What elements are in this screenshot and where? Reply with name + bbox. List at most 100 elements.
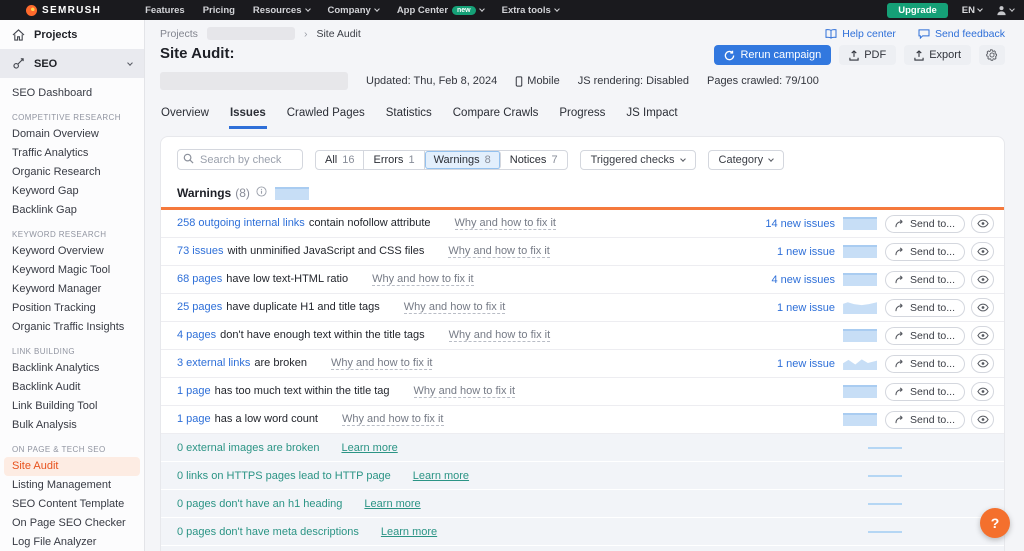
sidebar-item-backlink-audit[interactable]: Backlink Audit [0,378,144,397]
new-issues-link[interactable]: 1 new issue [729,246,835,258]
tab-progress[interactable]: Progress [558,103,606,129]
sidebar-item-bulk-analysis[interactable]: Bulk Analysis [0,416,144,435]
learn-more-link[interactable]: Learn more [381,526,437,538]
triggered-checks-dropdown[interactable]: Triggered checks [579,149,696,170]
why-how-fix-link[interactable]: Why and how to fix it [413,385,516,398]
tab-issues[interactable]: Issues [228,103,267,129]
help-button[interactable]: ? [980,508,1010,538]
sidebar-item-link-building-tool[interactable]: Link Building Tool [0,397,144,416]
tab-statistics[interactable]: Statistics [385,103,433,129]
issue-link[interactable]: 3 external links [177,357,250,369]
learn-more-link[interactable]: Learn more [341,442,397,454]
sidebar-item-backlink-gap[interactable]: Backlink Gap [0,201,144,220]
sidebar-item-keyword-gap[interactable]: Keyword Gap [0,182,144,201]
help-center-link[interactable]: Help center [825,28,896,40]
sidebar-item-keyword-magic-tool[interactable]: Keyword Magic Tool [0,261,144,280]
nav-resources[interactable]: Resources [253,5,311,16]
send-to-button[interactable]: Send to... [885,270,965,289]
tab-overview[interactable]: Overview [160,103,210,129]
info-icon[interactable] [256,186,267,200]
sidebar-item-seo-content-template[interactable]: SEO Content Template [0,495,144,514]
learn-more-link[interactable]: Learn more [364,498,420,510]
issue-link[interactable]: 68 pages [177,273,222,285]
send-to-button[interactable]: Send to... [885,298,965,317]
hide-issue-button[interactable] [971,326,994,345]
filter-all[interactable]: All 16 [316,150,365,169]
settings-button[interactable] [979,45,1005,65]
sidebar-item-position-tracking[interactable]: Position Tracking [0,299,144,318]
upgrade-button[interactable]: Upgrade [887,2,948,18]
learn-more-link[interactable]: Learn more [413,470,469,482]
hide-issue-button[interactable] [971,214,994,233]
send-to-button[interactable]: Send to... [885,242,965,261]
user-menu[interactable] [996,5,1015,16]
issue-link[interactable]: 1 page [177,385,211,397]
tab-crawled-pages[interactable]: Crawled Pages [286,103,366,129]
nav-extra-tools[interactable]: Extra tools [502,5,560,16]
pdf-button[interactable]: PDF [839,45,897,65]
sidebar-item-listing-management[interactable]: Listing Management [0,476,144,495]
issue-sparkline [843,245,878,258]
hide-issue-button[interactable] [971,354,994,373]
hide-issue-button[interactable] [971,382,994,401]
tab-js-impact[interactable]: JS Impact [625,103,678,129]
filter-errors[interactable]: Errors 1 [364,150,425,169]
issue-link[interactable]: 25 pages [177,301,222,313]
top-navigation-bar: SEMRUSH Features Pricing Resources Compa… [0,0,1024,20]
why-how-fix-link[interactable]: Why and how to fix it [454,217,556,230]
issue-row: 25 pages have duplicate H1 and title tags… [161,294,1004,322]
nav-pricing[interactable]: Pricing [203,5,235,16]
hide-issue-button[interactable] [971,410,994,429]
hide-issue-button[interactable] [971,270,994,289]
nav-company[interactable]: Company [328,5,380,16]
sidebar-item-projects[interactable]: Projects [0,20,144,49]
nav-features[interactable]: Features [145,5,185,16]
why-how-fix-link[interactable]: Why and how to fix it [330,357,433,370]
send-feedback-link[interactable]: Send feedback [918,28,1005,40]
filter-notices[interactable]: Notices 7 [501,151,567,169]
sidebar-item-traffic-analytics[interactable]: Traffic Analytics [0,144,144,163]
new-issues-link[interactable]: 1 new issue [729,358,835,370]
redacted-campaign-selector[interactable] [160,72,348,90]
sidebar-item-on-page-seo-checker[interactable]: On Page SEO Checker [0,514,144,533]
send-to-button[interactable]: Send to... [885,354,965,373]
sidebar-item-seo-dashboard[interactable]: SEO Dashboard [0,84,144,103]
send-to-button[interactable]: Send to... [885,214,965,233]
hide-issue-button[interactable] [971,298,994,317]
semrush-logo[interactable]: SEMRUSH [26,4,101,16]
send-to-button[interactable]: Send to... [885,410,965,429]
language-selector[interactable]: EN [962,5,983,16]
export-button[interactable]: Export [904,45,971,65]
why-how-fix-link[interactable]: Why and how to fix it [448,329,551,342]
filter-warnings[interactable]: Warnings 8 [424,150,501,169]
issue-link[interactable]: 73 issues [177,245,223,257]
nav-app-center[interactable]: App Center new [397,5,485,16]
issue-link[interactable]: 258 outgoing internal links [177,217,305,229]
issue-link[interactable]: 4 pages [177,329,216,341]
rerun-campaign-button[interactable]: Rerun campaign [714,45,832,65]
sidebar-item-organic-traffic-insights[interactable]: Organic Traffic Insights [0,318,144,337]
new-issues-link[interactable]: 1 new issue [729,302,835,314]
sidebar-item-organic-research[interactable]: Organic Research [0,163,144,182]
send-to-button[interactable]: Send to... [885,326,965,345]
tab-compare-crawls[interactable]: Compare Crawls [452,103,540,129]
sidebar-item-log-file-analyzer[interactable]: Log File Analyzer [0,533,144,551]
new-issues-link[interactable]: 14 new issues [729,218,835,230]
search-input[interactable] [177,149,303,170]
why-how-fix-link[interactable]: Why and how to fix it [403,301,506,314]
sidebar-item-seo[interactable]: SEO [0,49,144,78]
why-how-fix-link[interactable]: Why and how to fix it [448,245,550,258]
sidebar-item-domain-overview[interactable]: Domain Overview [0,125,144,144]
sidebar-item-keyword-overview[interactable]: Keyword Overview [0,242,144,261]
why-how-fix-link[interactable]: Why and how to fix it [372,273,474,286]
why-how-fix-link[interactable]: Why and how to fix it [342,413,444,426]
sidebar-item-keyword-manager[interactable]: Keyword Manager [0,280,144,299]
new-issues-link[interactable]: 4 new issues [729,274,835,286]
sidebar-item-backlink-analytics[interactable]: Backlink Analytics [0,359,144,378]
send-to-button[interactable]: Send to... [885,382,965,401]
hide-issue-button[interactable] [971,242,994,261]
issue-link[interactable]: 1 page [177,413,211,425]
category-dropdown[interactable]: Category [707,149,785,170]
sidebar-item-site-audit[interactable]: Site Audit [4,457,140,476]
breadcrumb-projects[interactable]: Projects [160,28,198,40]
